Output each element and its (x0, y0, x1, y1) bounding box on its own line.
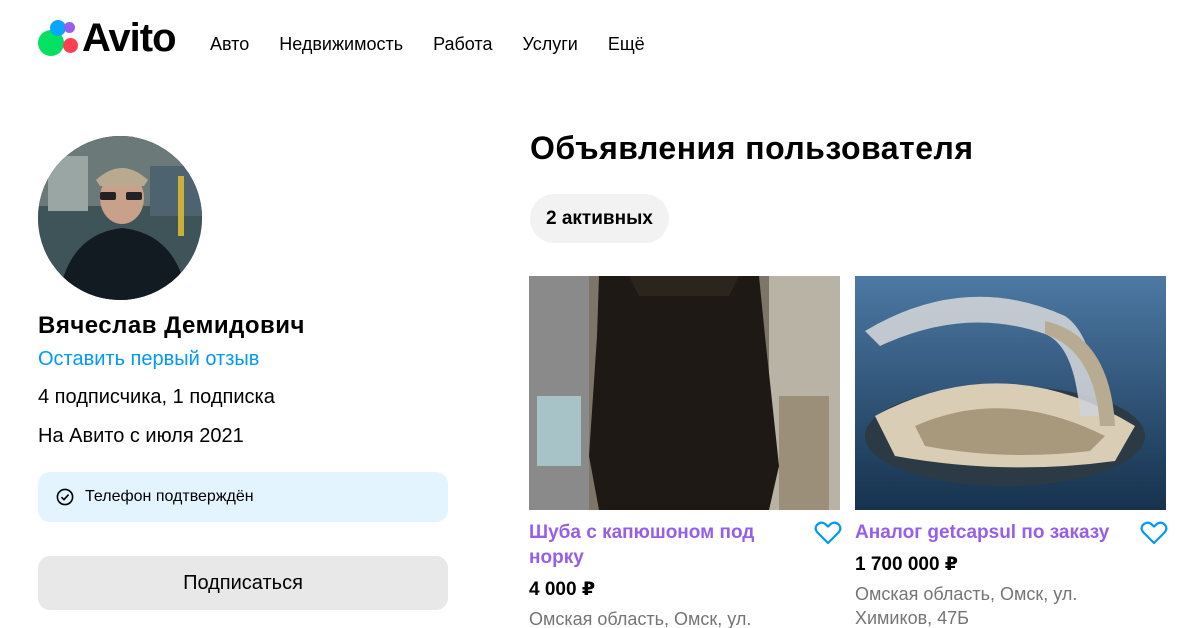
main-nav: Авто Недвижимость Работа Услуги Ещё (210, 34, 645, 55)
nav-item-auto[interactable]: Авто (210, 34, 249, 55)
listings-title: Объявления пользователя (530, 130, 974, 166)
profile-name: Вячеслав Демидович (38, 312, 305, 339)
phone-verified-badge: Телефон подтверждён (38, 472, 448, 522)
leave-review-link[interactable]: Оставить первый отзыв (38, 348, 259, 371)
listing-card[interactable]: Шуба с капюшоном под норку 4 000 ₽ Омска… (529, 276, 842, 628)
avatar (38, 136, 202, 300)
nav-item-jobs[interactable]: Работа (433, 34, 492, 55)
check-circle-icon (56, 488, 74, 506)
listing-location: Омская область, Омск, ул. (529, 609, 752, 628)
member-since: На Авито с июля 2021 (38, 425, 244, 447)
nav-item-more[interactable]: Ещё (608, 34, 645, 55)
verified-label: Телефон подтверждён (85, 488, 254, 505)
nav-item-services[interactable]: Услуги (522, 34, 577, 55)
listing-photo[interactable] (529, 276, 840, 510)
active-filter-chip[interactable]: 2 активных (530, 194, 669, 243)
logo-text: Avito (82, 16, 177, 60)
heart-icon[interactable] (814, 520, 842, 546)
listing-location: Омская область, Омск, ул. Химиков, 47Б (855, 584, 1078, 628)
heart-icon[interactable] (1140, 520, 1168, 546)
listing-photo[interactable] (855, 276, 1166, 510)
subscribe-button[interactable]: Подписаться (38, 556, 448, 610)
nav-item-realty[interactable]: Недвижимость (279, 34, 403, 55)
listing-price: 1 700 000 ₽ (855, 554, 959, 575)
logo-dots-icon (38, 18, 80, 58)
listing-price: 4 000 ₽ (529, 579, 596, 600)
listing-title[interactable]: Аналог getcapsul по заказу (855, 520, 1125, 545)
avito-logo[interactable]: Avito (38, 16, 177, 60)
listing-card[interactable]: Аналог getcapsul по заказу 1 700 000 ₽ О… (855, 276, 1168, 628)
subscribers-count[interactable]: 4 подписчика, 1 подписка (38, 386, 275, 409)
listing-title[interactable]: Шуба с капюшоном под норку (529, 520, 799, 570)
